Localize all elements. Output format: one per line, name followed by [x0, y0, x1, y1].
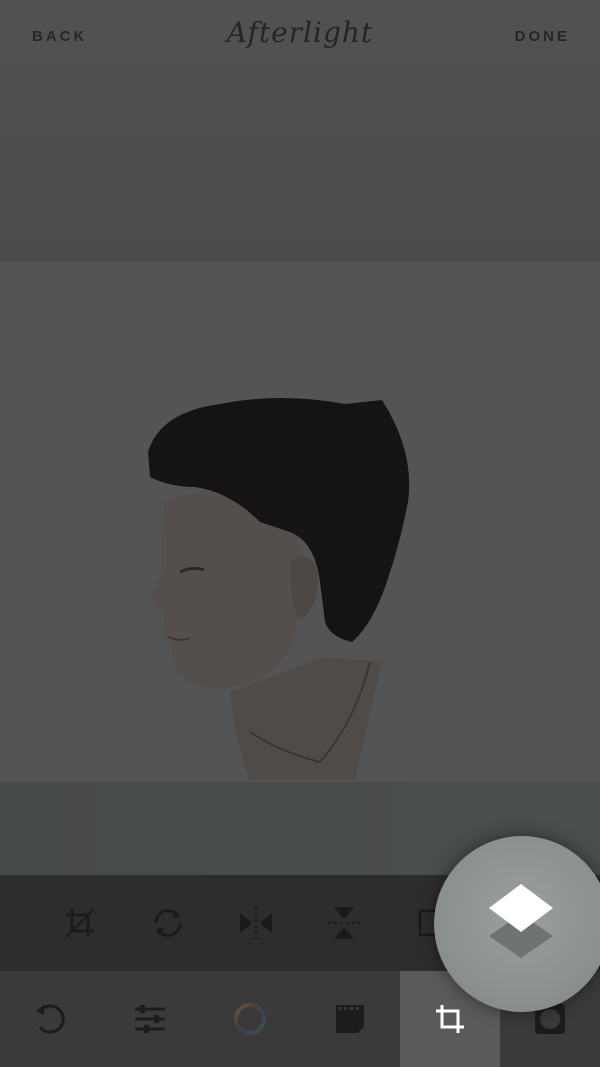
tab-filters[interactable] — [200, 971, 300, 1067]
undo-icon — [36, 1004, 65, 1034]
sliders-icon — [135, 1005, 165, 1033]
flip-horizontal-icon[interactable] — [238, 905, 274, 941]
tab-undo[interactable] — [0, 971, 100, 1067]
tab-adjustments[interactable] — [100, 971, 200, 1067]
film-icon — [336, 1005, 364, 1033]
layers-button[interactable] — [434, 836, 600, 1012]
rotate-icon[interactable] — [150, 905, 186, 941]
photo-canvas[interactable] — [0, 262, 600, 782]
header: BACK Afterlight DONE — [0, 0, 600, 262]
app-logo: Afterlight — [226, 16, 374, 49]
flip-vertical-icon[interactable] — [326, 905, 362, 941]
layers-icon — [489, 884, 553, 958]
portrait-photo — [148, 398, 410, 780]
tab-film-effects[interactable] — [300, 971, 400, 1067]
color-wheel-icon — [234, 1003, 266, 1035]
crop-straighten-icon[interactable] — [62, 905, 98, 941]
done-button[interactable]: DONE — [515, 28, 570, 45]
